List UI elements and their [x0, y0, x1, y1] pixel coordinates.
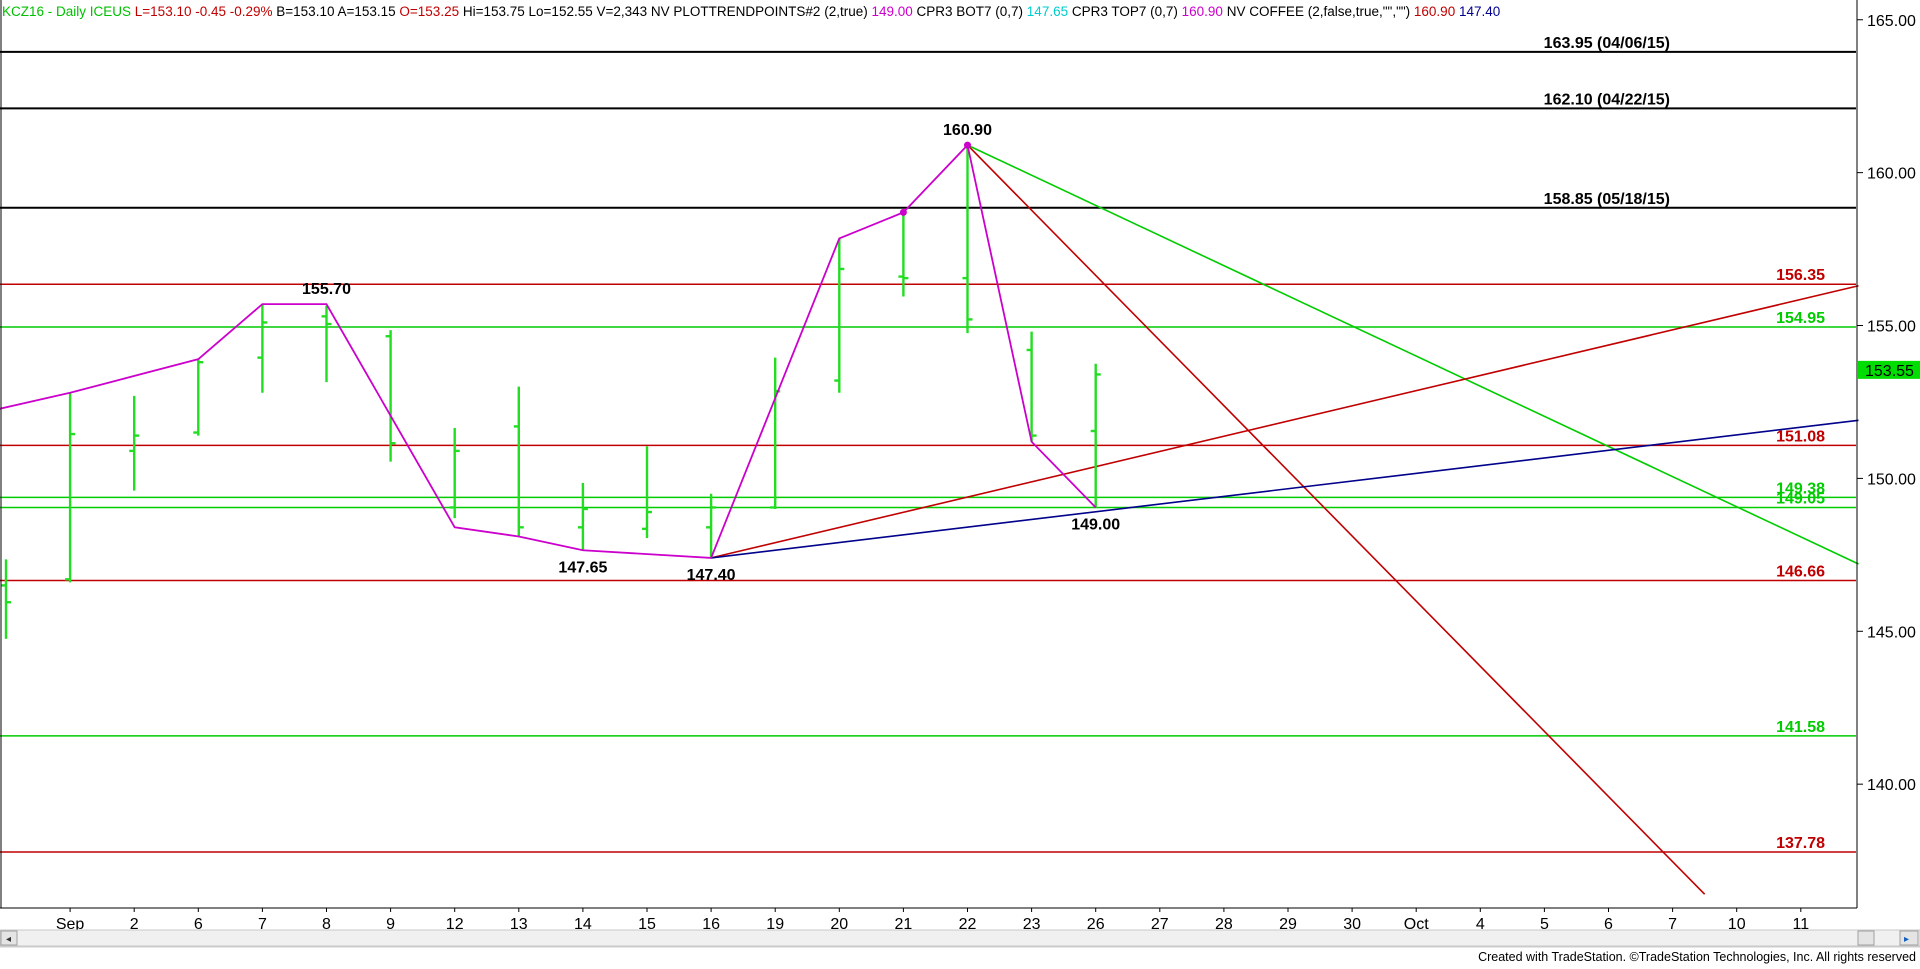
header-item: O=153.25	[396, 4, 459, 19]
chart-svg: KCZ16 - Daily ICEUS L=153.10 -0.45 -0.29…	[0, 0, 1920, 964]
header-item: -0.29%	[226, 4, 273, 19]
level-label: 162.10 (04/22/15)	[1544, 91, 1670, 108]
header-item: 160.90	[1410, 4, 1455, 19]
header-item: L=153.10	[131, 4, 191, 19]
header-item: 147.65	[1023, 4, 1068, 19]
header-item: Lo=152.55	[525, 4, 593, 19]
level-label: 146.66	[1776, 564, 1825, 581]
level-label: 137.78	[1776, 835, 1825, 852]
y-tick-label: 140.00	[1867, 777, 1916, 794]
header-item: CPR3 BOT7 (0,7)	[913, 4, 1023, 19]
pivot-dot	[964, 141, 971, 149]
y-tick-label: 160.00	[1867, 166, 1916, 183]
header-item: NV PLOTTRENDPOINTS#2 (2,true)	[647, 4, 868, 19]
level-label: 158.85 (05/18/15)	[1544, 191, 1670, 208]
pivot-label: 160.90	[943, 122, 992, 139]
scroll-left-arrow-icon: ◂	[6, 934, 11, 945]
footer-credit: Created with TradeStation. ©TradeStation…	[1478, 950, 1916, 964]
scroll-right-arrow-icon: ▸	[1904, 934, 1909, 945]
level-label: 156.35	[1776, 267, 1825, 284]
header-item: 147.40	[1455, 4, 1500, 19]
y-tick-label: 155.00	[1867, 319, 1916, 336]
pivot-label: 149.00	[1071, 516, 1120, 533]
scrollbar-track	[0, 929, 1920, 947]
pivot-label: 155.70	[302, 281, 351, 298]
level-label: 141.58	[1776, 719, 1825, 736]
price-chart: KCZ16 - Daily ICEUS L=153.10 -0.45 -0.29…	[0, 0, 1920, 964]
level-label: 163.95 (04/06/15)	[1544, 35, 1670, 52]
y-tick-label: 150.00	[1867, 471, 1916, 488]
pivot-dot	[899, 208, 907, 216]
header-item: CPR3 TOP7 (0,7)	[1068, 4, 1178, 19]
header-item: 160.90	[1178, 4, 1223, 19]
header-item: V=2,343	[593, 4, 647, 19]
last-price-label: 153.55	[1865, 363, 1914, 380]
header-item: NV COFFEE (2,false,true,"","")	[1223, 4, 1410, 19]
header-item: -0.45	[191, 4, 226, 19]
y-tick-label: 165.00	[1867, 13, 1916, 30]
header-item: Hi=153.75	[459, 4, 525, 19]
header-item: A=153.15	[334, 4, 395, 19]
header-item: B=153.10	[273, 4, 335, 19]
header-text: KCZ16 - Daily ICEUS L=153.10 -0.45 -0.29…	[2, 4, 1500, 19]
level-label: 149.05	[1776, 490, 1825, 507]
level-label: 151.08	[1776, 428, 1825, 445]
header-legend: KCZ16 - Daily ICEUS L=153.10 -0.45 -0.29…	[2, 4, 1500, 19]
level-label: 154.95	[1776, 310, 1825, 327]
header-item: 149.00	[868, 4, 913, 19]
header-item: KCZ16 - Daily ICEUS	[2, 4, 131, 19]
horizontal-scrollbar[interactable]: ◂ ▸	[0, 929, 1920, 948]
y-tick-label: 145.00	[1867, 624, 1916, 641]
pivot-label: 147.65	[558, 559, 607, 576]
pivot-label: 147.40	[687, 567, 736, 584]
scroll-right-button	[1857, 930, 1875, 946]
